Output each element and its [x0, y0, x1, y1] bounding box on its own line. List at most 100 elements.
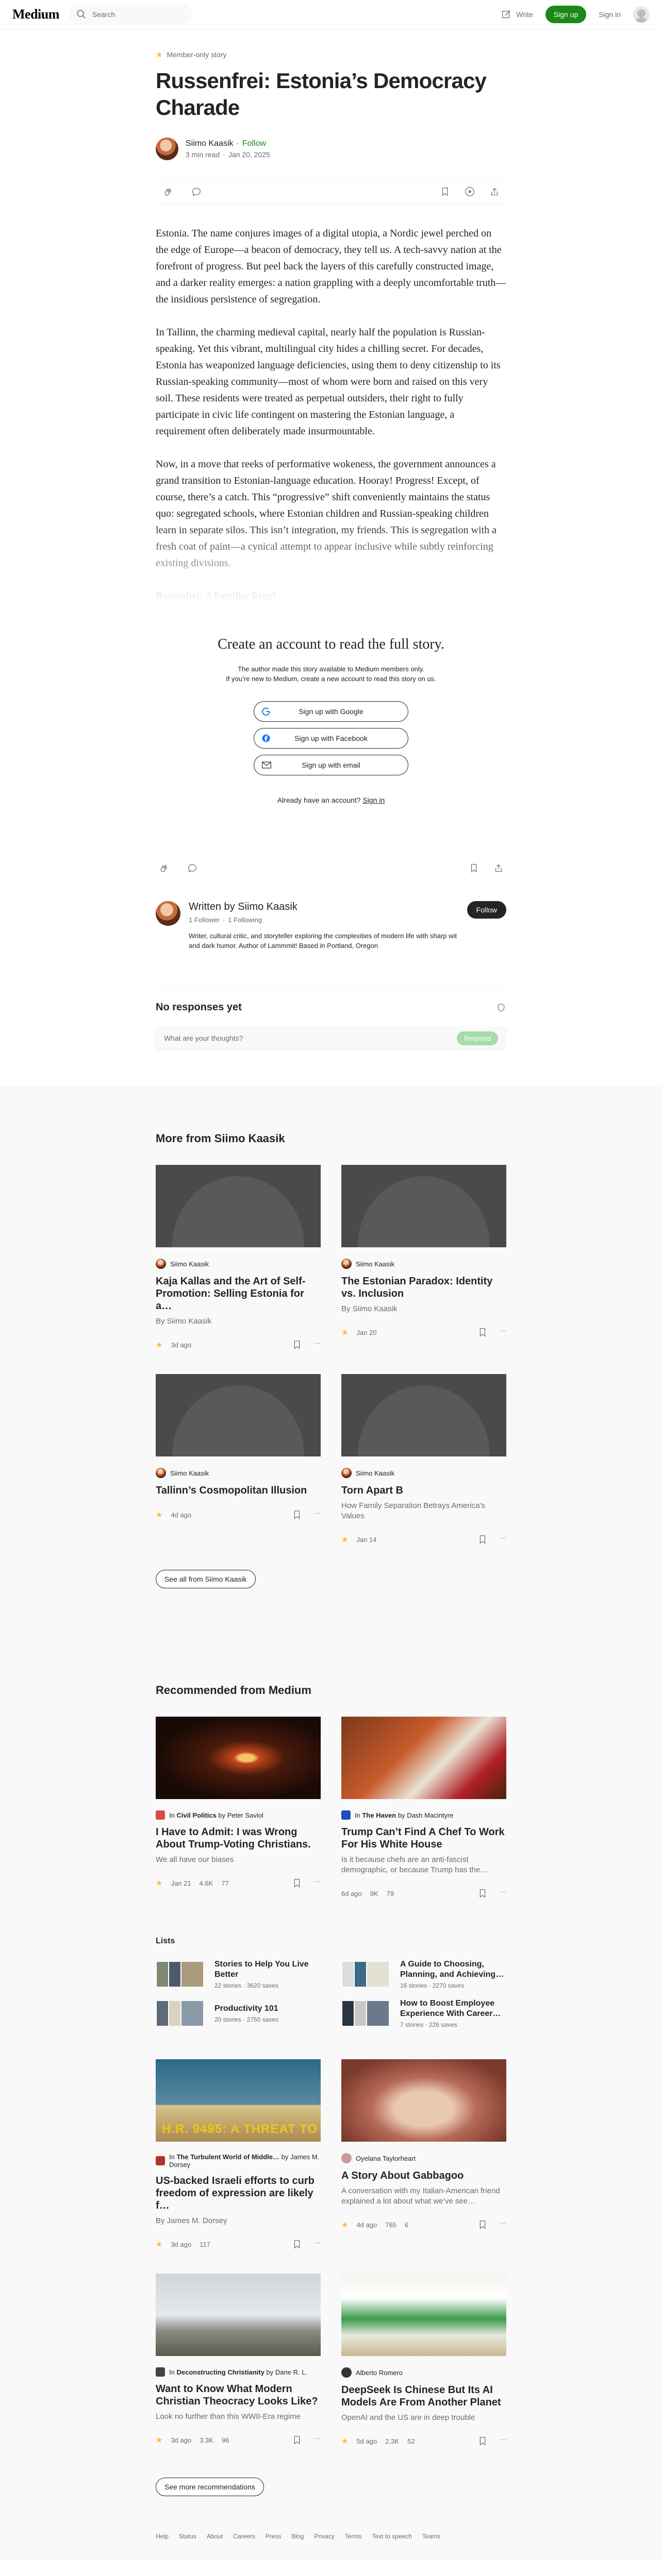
more-icon[interactable]: ··· — [500, 2435, 506, 2447]
story-card[interactable]: Alberto Romero DeepSeek Is Chinese But I… — [341, 2274, 506, 2447]
card-publication[interactable]: Deconstructing Christianity — [176, 2368, 264, 2376]
more-icon[interactable]: ··· — [500, 1534, 506, 1545]
footer-link-about[interactable]: About — [207, 2533, 223, 2540]
bookmark-icon[interactable] — [477, 2219, 488, 2230]
bookmark-icon[interactable] — [468, 862, 479, 874]
story-thumbnail[interactable] — [156, 1165, 321, 1247]
follow-link[interactable]: Follow — [242, 139, 266, 148]
more-icon[interactable]: ··· — [314, 1339, 321, 1350]
story-card[interactable]: Siimo Kaasik Torn Apart B How Family Sep… — [341, 1374, 506, 1545]
footer-link-status[interactable]: Status — [179, 2533, 196, 2540]
search-bar[interactable]: Search — [68, 5, 192, 24]
footer-link-teams[interactable]: Teams — [422, 2533, 440, 2540]
bookmark-icon[interactable] — [477, 1534, 488, 1545]
story-thumbnail[interactable] — [341, 2274, 506, 2356]
play-icon[interactable] — [464, 186, 475, 197]
see-more-recommendations-button[interactable]: See more recommendations — [156, 2478, 264, 2496]
paywall-sign-in-link[interactable]: Sign in — [362, 796, 385, 804]
bookmark-icon[interactable] — [291, 1877, 303, 1889]
bookmark-icon[interactable] — [477, 2435, 488, 2447]
follow-button[interactable]: Follow — [467, 901, 506, 919]
medium-logo[interactable]: Medium — [12, 7, 59, 22]
story-card[interactable]: Oyelana Taylorheart A Story About Gabbag… — [341, 2059, 506, 2250]
bookmark-icon[interactable] — [477, 1888, 488, 1899]
story-thumbnail[interactable] — [341, 2059, 506, 2142]
card-title[interactable]: The Estonian Paradox: Identity vs. Inclu… — [341, 1275, 506, 1300]
card-title[interactable]: Trump Can’t Find A Chef To Work For His … — [341, 1826, 506, 1851]
story-card[interactable]: Siimo Kaasik Kaja Kallas and the Art of … — [156, 1165, 321, 1350]
card-author[interactable]: Dane R. L. — [275, 2368, 307, 2376]
list-item[interactable]: How to Boost Employee Experience With Ca… — [341, 1998, 506, 2028]
footer-link-blog[interactable]: Blog — [291, 2533, 304, 2540]
list-title[interactable]: A Guide to Choosing, Planning, and Achie… — [400, 1959, 506, 1980]
footer-link-terms[interactable]: Terms — [345, 2533, 362, 2540]
list-item[interactable]: A Guide to Choosing, Planning, and Achie… — [341, 1959, 506, 1989]
card-title[interactable]: DeepSeek Is Chinese But Its AI Models Ar… — [341, 2384, 506, 2409]
more-icon[interactable]: ··· — [500, 1888, 506, 1899]
card-publication[interactable]: The Turbulent World of Middle… — [176, 2153, 279, 2161]
footer-link-press[interactable]: Press — [266, 2533, 282, 2540]
comment-icon[interactable] — [187, 862, 198, 874]
card-title[interactable]: A Story About Gabbagoo — [341, 2170, 506, 2182]
author-name-link[interactable]: Siimo Kaasik — [186, 139, 233, 148]
card-author[interactable]: Peter Saviol — [227, 1811, 263, 1819]
more-icon[interactable]: ··· — [500, 1327, 506, 1338]
signup-email-button[interactable]: Sign up with email — [254, 755, 408, 775]
bookmark-icon[interactable] — [477, 1327, 488, 1338]
bookmark-icon[interactable] — [439, 186, 451, 197]
list-item[interactable]: Stories to Help You Live Better 22 storie… — [156, 1959, 321, 1989]
card-author[interactable]: Siimo Kaasik — [170, 1260, 209, 1268]
bookmark-icon[interactable] — [291, 2434, 303, 2446]
list-item[interactable]: Productivity 101 20 stories · 2750 saves — [156, 1998, 321, 2028]
card-title[interactable]: US-backed Israeli efforts to curb freedo… — [156, 2175, 321, 2212]
more-from-heading[interactable]: More from Siimo Kaasik — [156, 1132, 506, 1145]
story-card[interactable]: In Deconstructing Christianity by Dane R… — [156, 2274, 321, 2447]
list-title[interactable]: Stories to Help You Live Better — [214, 1959, 321, 1980]
story-thumbnail[interactable] — [341, 1374, 506, 1456]
footer-link-careers[interactable]: Careers — [233, 2533, 255, 2540]
card-author[interactable]: Siimo Kaasik — [170, 1469, 209, 1477]
card-author[interactable]: Alberto Romero — [356, 2369, 403, 2377]
more-icon[interactable]: ··· — [314, 1877, 321, 1889]
comment-icon[interactable] — [191, 186, 202, 197]
story-thumbnail[interactable] — [156, 1374, 321, 1456]
footer-link-help[interactable]: Help — [156, 2533, 169, 2540]
response-input[interactable]: What are your thoughts? Respond — [156, 1027, 506, 1049]
card-author[interactable]: Oyelana Taylorheart — [356, 2155, 416, 2162]
followers-count[interactable]: 1 Follower — [189, 916, 220, 924]
more-icon[interactable]: ··· — [314, 1509, 321, 1520]
share-icon[interactable] — [489, 186, 500, 197]
following-count[interactable]: 1 Following — [228, 916, 262, 924]
bookmark-icon[interactable] — [291, 1509, 303, 1520]
footer-link-privacy[interactable]: Privacy — [314, 2533, 334, 2540]
story-thumbnail[interactable] — [156, 2274, 321, 2356]
story-thumbnail[interactable] — [341, 1165, 506, 1247]
more-icon[interactable]: ··· — [314, 2434, 321, 2446]
user-avatar-icon[interactable] — [633, 6, 650, 23]
clap-icon[interactable] — [158, 862, 169, 874]
story-card[interactable]: In The Haven by Dash Macintyre Trump Can… — [341, 1717, 506, 1899]
clap-icon[interactable] — [162, 186, 173, 197]
card-title[interactable]: I Have to Admit: I was Wrong About Trump… — [156, 1826, 321, 1851]
card-author[interactable]: Siimo Kaasik — [356, 1469, 394, 1477]
story-card[interactable]: Siimo Kaasik The Estonian Paradox: Ident… — [341, 1165, 506, 1350]
bookmark-icon[interactable] — [291, 1339, 303, 1350]
card-author[interactable]: Dash Macintyre — [407, 1811, 453, 1819]
story-thumbnail[interactable] — [156, 1717, 321, 1799]
list-title[interactable]: How to Boost Employee Experience With Ca… — [400, 1998, 506, 2019]
share-icon[interactable] — [493, 862, 504, 874]
see-all-button[interactable]: See all from Siimo Kaasik — [156, 1570, 256, 1588]
signup-facebook-button[interactable]: Sign up with Facebook — [254, 728, 408, 749]
respond-button[interactable]: Respond — [456, 1031, 498, 1045]
card-title[interactable]: Torn Apart B — [341, 1484, 506, 1497]
story-card[interactable]: Siimo Kaasik Tallinn’s Cosmopolitan Illu… — [156, 1374, 321, 1545]
author-avatar[interactable] — [156, 138, 178, 160]
written-by[interactable]: Written by Siimo Kaasik — [189, 901, 459, 913]
card-title[interactable]: Kaja Kallas and the Art of Self-Promotio… — [156, 1275, 321, 1312]
list-title[interactable]: Productivity 101 — [214, 2004, 278, 2014]
author-avatar[interactable] — [156, 901, 180, 926]
story-thumbnail[interactable] — [341, 1717, 506, 1799]
more-icon[interactable]: ··· — [314, 2239, 321, 2250]
card-title[interactable]: Want to Know What Modern Christian Theoc… — [156, 2383, 321, 2408]
card-author[interactable]: Siimo Kaasik — [356, 1260, 394, 1268]
